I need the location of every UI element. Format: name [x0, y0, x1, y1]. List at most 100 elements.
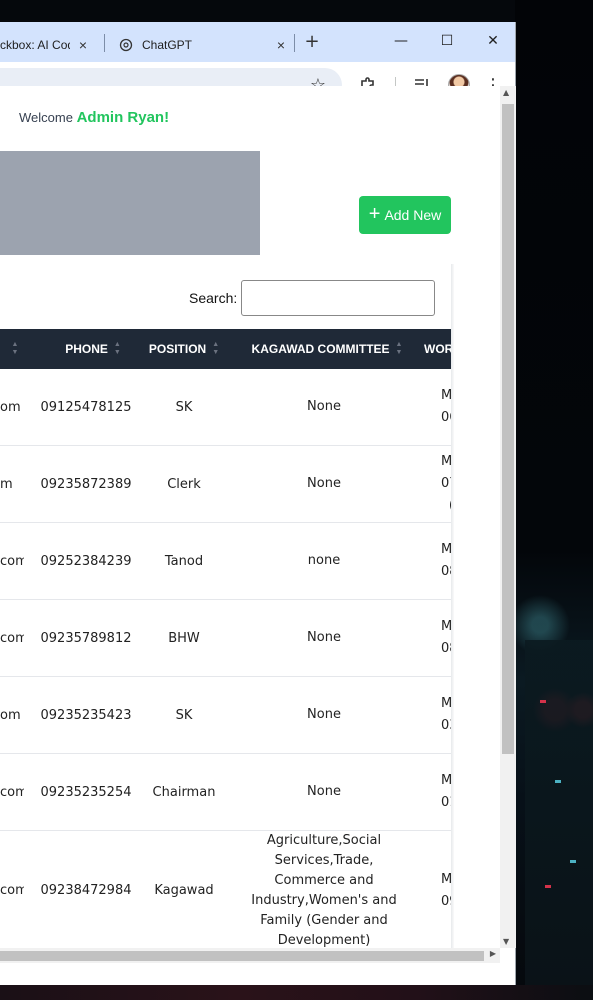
- table-header: ▲ ▼ PHONE ▲ ▼ POSITION ▲ ▼ KAGAWAD COMMITTE…: [0, 329, 451, 369]
- taskbar-edge: [0, 985, 593, 1000]
- sort-icon: ▲ ▼: [395, 341, 403, 356]
- work-day: M: [441, 542, 451, 557]
- cell-email: com: [0, 553, 24, 569]
- cell-position: Chairman: [152, 784, 216, 800]
- tab-separator: [104, 34, 105, 52]
- scroll-down-icon[interactable]: ▼: [503, 937, 509, 946]
- column-header-work[interactable]: WOR: [424, 329, 451, 369]
- vertical-scrollbar[interactable]: ▲ ▼: [500, 86, 516, 948]
- cell-committee: Agriculture,Social Services,Trade, Comme…: [251, 832, 397, 948]
- cell-work: M 01:: [420, 754, 451, 830]
- cell-phone: 09235872389: [40, 476, 132, 492]
- horizontal-scrollbar[interactable]: ▶: [0, 948, 500, 963]
- work-time: 09: [441, 893, 451, 909]
- sort-icon: ▲ ▼: [113, 341, 121, 356]
- wallpaper-light: [545, 885, 551, 888]
- cell-committee: none: [307, 553, 341, 568]
- sort-icon: ▲ ▼: [212, 341, 220, 356]
- cell-committee: None: [307, 784, 341, 799]
- wallpaper-light: [570, 860, 576, 863]
- new-tab-button[interactable]: +: [302, 31, 322, 52]
- table-row[interactable]: com 09235235254 Chairman None M 01:: [0, 754, 451, 831]
- cell-committee: None: [307, 476, 341, 491]
- wallpaper-light: [540, 700, 546, 703]
- cell-email: om: [0, 707, 21, 723]
- cell-phone: 09252384239: [40, 553, 132, 569]
- cell-phone: 09235235254: [40, 784, 132, 800]
- cell-phone: 09235789812: [40, 630, 132, 646]
- scroll-right-icon[interactable]: ▶: [490, 949, 496, 958]
- tab-chatgpt[interactable]: ChatGPT ×: [108, 28, 294, 62]
- cell-phone: 09125478125: [40, 399, 132, 415]
- scrollbar-thumb[interactable]: [502, 104, 514, 754]
- cell-work: M 03:: [420, 677, 451, 753]
- column-header-phone[interactable]: PHONE ▲ ▼: [38, 329, 148, 369]
- openai-icon: [118, 37, 134, 53]
- scroll-up-icon[interactable]: ▲: [503, 88, 509, 97]
- work-day: M: [441, 871, 451, 887]
- table-row[interactable]: com 09238472984 Kagawad Agriculture,Soci…: [0, 831, 451, 948]
- column-header-position[interactable]: POSITION ▲ ▼: [144, 329, 224, 369]
- tab-title: ChatGPT: [142, 38, 193, 52]
- add-new-label: Add New: [384, 207, 442, 223]
- table-row[interactable]: com 09252384239 Tanod none M 08:: [0, 523, 451, 600]
- work-day: M: [441, 696, 451, 711]
- plus-icon: +: [368, 203, 381, 225]
- table-row[interactable]: om 09125478125 SK None M 06: [0, 369, 451, 446]
- sort-icon: ▲ ▼: [11, 341, 19, 356]
- cell-position: Tanod: [164, 553, 204, 569]
- officials-table: ▲ ▼ PHONE ▲ ▼ POSITION ▲ ▼ KAGAWAD COMMITTE…: [0, 329, 451, 948]
- add-new-button[interactable]: + Add New: [359, 196, 451, 234]
- cell-work: M 06: [420, 369, 451, 445]
- cell-position: BHW: [168, 630, 200, 646]
- scrollbar-thumb[interactable]: [0, 951, 484, 961]
- work-day: M: [441, 773, 451, 788]
- wallpaper-building: [525, 640, 593, 1000]
- work-time: 08:: [441, 564, 451, 579]
- close-tab-icon[interactable]: ×: [272, 36, 290, 54]
- cell-email: com: [0, 883, 24, 898]
- work-time: 08:: [441, 641, 451, 656]
- cell-work: M 08:: [420, 523, 451, 599]
- welcome-user: Admin Ryan!: [76, 109, 170, 126]
- header-label: POSITION: [148, 342, 207, 356]
- cell-email: com: [0, 630, 24, 646]
- work-day: M: [441, 619, 451, 634]
- work-day: M: [441, 454, 451, 469]
- close-window-button[interactable]: ✕: [478, 30, 508, 52]
- cell-position: Kagawad: [154, 883, 214, 898]
- cell-phone: 09238472984: [40, 883, 132, 898]
- search-label: Search:: [189, 290, 238, 306]
- column-header-email[interactable]: ▲ ▼: [0, 329, 24, 369]
- cell-position: SK: [175, 399, 193, 415]
- minimize-button[interactable]: —: [386, 30, 416, 52]
- tab-separator: [294, 34, 295, 52]
- table-row[interactable]: m 09235872389 Clerk None M 07:(: [0, 446, 451, 523]
- card-edge: [451, 264, 454, 948]
- work-time: 07:(: [441, 476, 451, 513]
- placeholder-image: [0, 151, 260, 255]
- cell-email: m: [0, 476, 13, 492]
- cell-email: com: [0, 784, 24, 800]
- header-label: PHONE: [65, 342, 108, 356]
- cell-work: M 07:(: [420, 446, 451, 522]
- close-tab-icon[interactable]: ×: [74, 36, 92, 54]
- cell-committee: None: [307, 707, 341, 722]
- page-content: Welcome Admin Ryan! + Add New Search: ▲ ▼…: [0, 86, 500, 948]
- tab-title: ckbox: AI Cod: [0, 38, 70, 52]
- work-time: 03:: [441, 718, 451, 733]
- cell-email: om: [0, 399, 21, 415]
- table-row[interactable]: com 09235789812 BHW None M 08:: [0, 600, 451, 677]
- cell-phone: 09235235423: [40, 707, 132, 723]
- work-time: 06: [441, 410, 451, 425]
- work-time: 01:: [441, 795, 451, 810]
- search-input[interactable]: [241, 280, 435, 316]
- cell-work: M 08:: [420, 600, 451, 676]
- tab-blackbox[interactable]: ckbox: AI Cod ×: [0, 28, 100, 62]
- column-header-committee[interactable]: KAGAWAD COMMITTEE ▲ ▼: [242, 329, 412, 369]
- table-row[interactable]: om 09235235423 SK None M 03:: [0, 677, 451, 754]
- tab-bar: ckbox: AI Cod × ChatGPT × + — ☐ ✕: [0, 22, 515, 62]
- cell-committee: None: [307, 630, 341, 645]
- cell-committee: None: [307, 399, 341, 414]
- maximize-button[interactable]: ☐: [432, 30, 462, 52]
